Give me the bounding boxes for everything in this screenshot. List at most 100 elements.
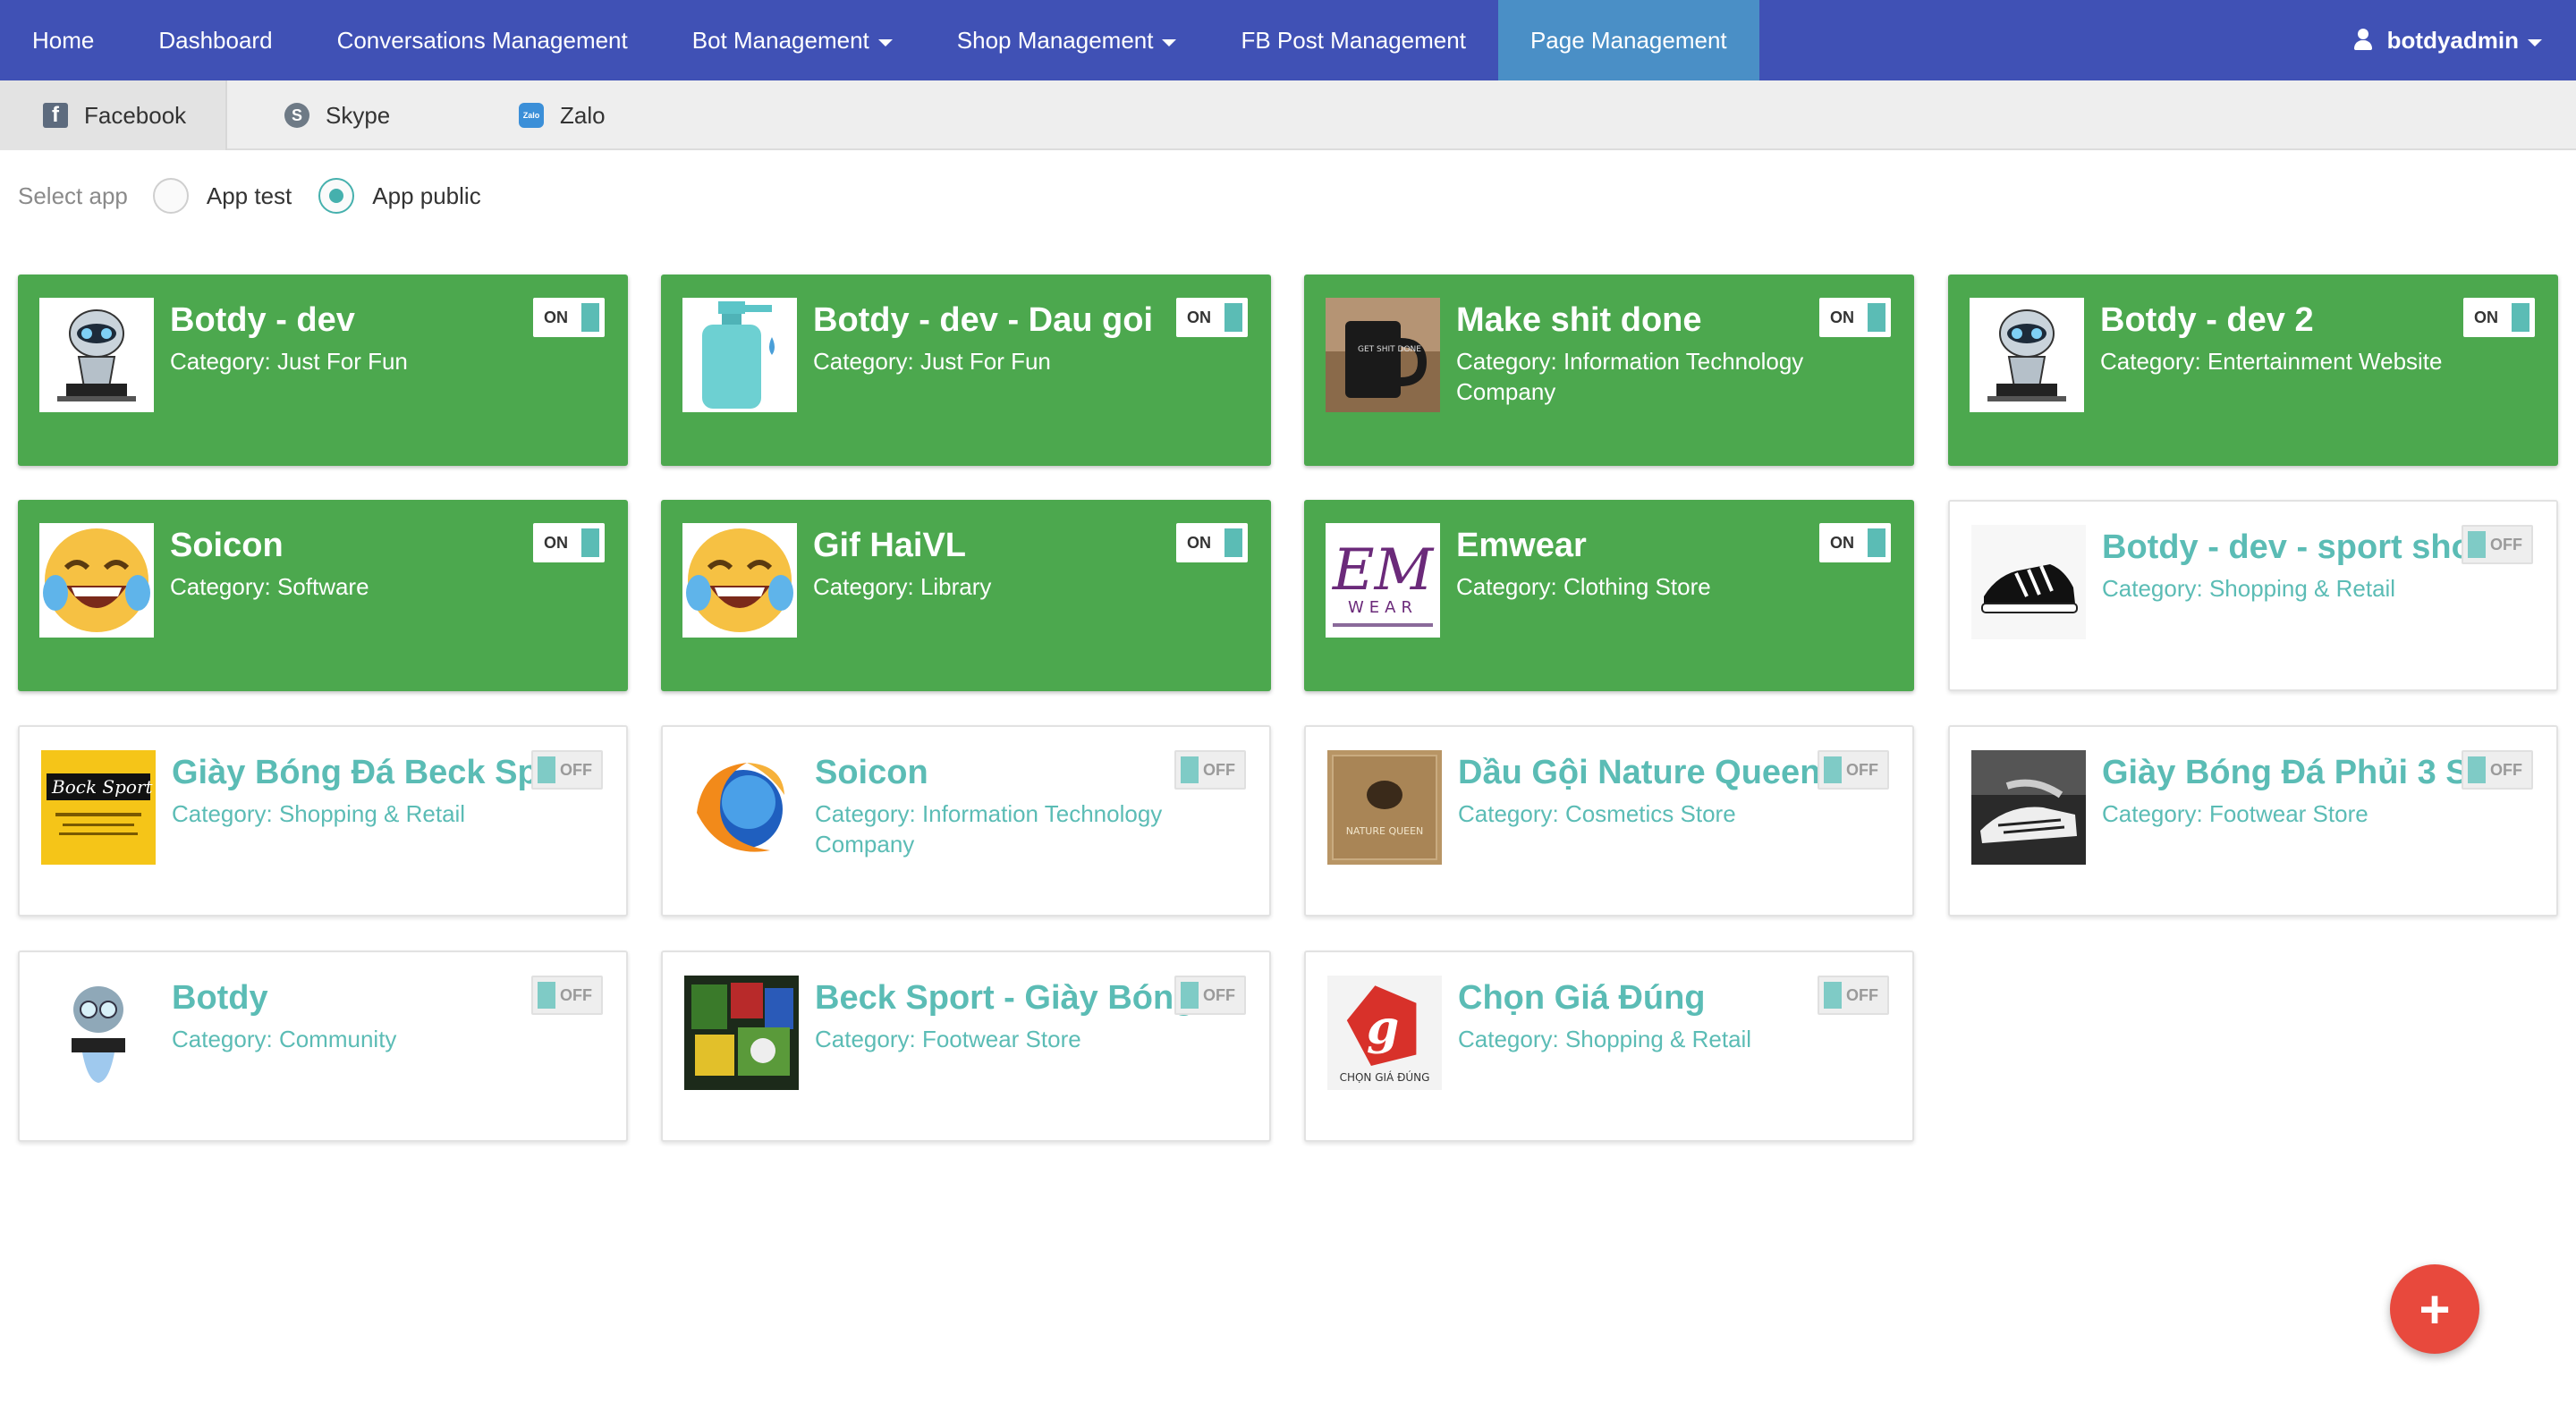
page-status-toggle[interactable]: ON (1819, 523, 1891, 562)
add-page-button[interactable]: + (2390, 1264, 2479, 1354)
page-name: Giày Bóng Đá Beck Spo (172, 754, 547, 791)
page-avatar (1970, 298, 2084, 412)
page-category: Category: Software (170, 573, 369, 600)
page-avatar: NATURE QUEEN (1327, 750, 1442, 865)
page-status-toggle[interactable]: OFF (1818, 750, 1889, 790)
toggle-label: OFF (1203, 985, 1235, 1004)
page-card[interactable]: Soicon Category: Information Technology … (661, 725, 1271, 917)
page-card[interactable]: Botdy - dev 2 Category: Entertainment We… (1948, 275, 2558, 466)
page-card[interactable]: NATURE QUEEN Dầu Gội Nature Queen Catego… (1304, 725, 1914, 917)
nav-fb-post-management[interactable]: FB Post Management (1208, 0, 1497, 80)
page-category: Category: Shopping & Retail (2102, 575, 2396, 602)
page-name: Botdy - dev (170, 301, 355, 339)
page-category: Category: Information Technology Company (815, 800, 1163, 858)
tab-facebook[interactable]: f Facebook (0, 80, 227, 150)
page-status-toggle[interactable]: OFF (1818, 976, 1889, 1015)
svg-text:WEAR: WEAR (1348, 598, 1418, 617)
nav-dashboard-label: Dashboard (158, 26, 273, 54)
page-avatar (682, 298, 797, 412)
tab-facebook-label: Facebook (84, 101, 187, 129)
svg-text:Bock Sport: Bock Sport (51, 776, 154, 798)
page-status-toggle[interactable]: ON (533, 523, 605, 562)
page-avatar: Bock Sport (41, 750, 156, 865)
user-icon (2353, 29, 2373, 52)
page-card[interactable]: Soicon Category: Software ON (18, 500, 628, 691)
page-status-toggle[interactable]: OFF (1174, 750, 1246, 790)
page-status-toggle[interactable]: ON (1176, 523, 1248, 562)
page-card[interactable]: Gif HaiVL Category: Library ON (661, 500, 1271, 691)
svg-text:CHỌN GIÁ ĐÚNG: CHỌN GIÁ ĐÚNG (1340, 1070, 1430, 1084)
page-name: Dầu Gội Nature Queen (1458, 754, 1821, 791)
top-navbar: Home Dashboard Conversations Management … (0, 0, 2576, 80)
page-card[interactable]: Botdy - dev - Dau goi Category: Just For… (661, 275, 1271, 466)
radio-app-test-label[interactable]: App test (207, 182, 292, 210)
page-card[interactable]: GET SHIT DONE Make shit done Category: I… (1304, 275, 1914, 466)
page-name: Beck Sport - Giày Bóng (815, 979, 1191, 1017)
page-name: Emwear (1456, 527, 1587, 564)
radio-app-public-label[interactable]: App public (372, 182, 480, 210)
page-category: Category: Shopping & Retail (1458, 1026, 1752, 1052)
page-avatar (684, 750, 799, 865)
page-status-toggle[interactable]: OFF (531, 976, 603, 1015)
nav-home[interactable]: Home (0, 0, 126, 80)
page-category: Category: Entertainment Website (2100, 348, 2443, 375)
page-card[interactable]: Bock Sport Giày Bóng Đá Beck Spo Categor… (18, 725, 628, 917)
radio-app-test[interactable] (152, 178, 189, 214)
zalo-icon: Zalo (519, 103, 544, 128)
toggle-label: OFF (1846, 760, 1878, 779)
skype-icon: S (284, 103, 309, 128)
page-avatar: g CHỌN GIÁ ĐÚNG (1327, 976, 1442, 1090)
page-card[interactable]: Giày Bóng Đá Phủi 3 Sọ Category: Footwea… (1948, 725, 2558, 917)
toggle-label: ON (1187, 308, 1211, 326)
page-card[interactable]: Botdy Category: Community OFF (18, 951, 628, 1142)
toggle-label: ON (1830, 533, 1854, 552)
plus-icon: + (2419, 1279, 2451, 1339)
nav-dashboard[interactable]: Dashboard (126, 0, 304, 80)
page-status-toggle[interactable]: OFF (2462, 750, 2533, 790)
tab-skype[interactable]: S Skype (284, 80, 390, 150)
toggle-label: OFF (560, 985, 592, 1004)
page-avatar: EM WEAR (1326, 523, 1440, 638)
tab-zalo[interactable]: Zalo Zalo (519, 80, 606, 150)
page-status-toggle[interactable]: OFF (531, 750, 603, 790)
facebook-icon: f (43, 103, 68, 128)
toggle-label: ON (544, 308, 568, 326)
page-card[interactable]: g CHỌN GIÁ ĐÚNG Chọn Giá Đúng Category: S… (1304, 951, 1914, 1142)
page-name: Gif HaiVL (813, 527, 967, 564)
nav-page-management[interactable]: Page Management (1497, 0, 1759, 80)
page-category: Category: Library (813, 573, 992, 600)
page-status-toggle[interactable]: ON (1176, 298, 1248, 337)
user-menu[interactable]: botdyadmin (2326, 0, 2576, 80)
user-name: botdyadmin (2386, 26, 2519, 54)
page-category: Category: Just For Fun (813, 348, 1051, 375)
platform-tabs: f Facebook S Skype Zalo Zalo (0, 80, 2576, 150)
page-status-toggle[interactable]: OFF (1174, 976, 1246, 1015)
nav-conversations-management[interactable]: Conversations Management (305, 0, 660, 80)
page-status-toggle[interactable]: OFF (2462, 525, 2533, 564)
page-status-toggle[interactable]: ON (1819, 298, 1891, 337)
nav-bot-management[interactable]: Bot Management (660, 0, 925, 80)
select-app-row: Select app App test App public (18, 174, 508, 217)
tab-zalo-label: Zalo (560, 101, 606, 129)
page-avatar (39, 298, 154, 412)
page-card[interactable]: Botdy - dev - sport shoe Category: Shopp… (1948, 500, 2558, 691)
nav-shop-management[interactable]: Shop Management (925, 0, 1209, 80)
page-avatar (41, 976, 156, 1090)
page-card[interactable]: EM WEAR Emwear Category: Clothing Store O… (1304, 500, 1914, 691)
page-category: Category: Information Technology Company (1456, 348, 1804, 405)
page-card[interactable]: Botdy - dev Category: Just For Fun ON (18, 275, 628, 466)
radio-app-public[interactable] (318, 178, 355, 214)
svg-text:g: g (1367, 1001, 1399, 1055)
page-category: Category: Community (172, 1026, 397, 1052)
page-name: Giày Bóng Đá Phủi 3 Sọ (2102, 754, 2478, 791)
toggle-label: ON (544, 533, 568, 552)
page-category: Category: Footwear Store (815, 1026, 1081, 1052)
svg-text:NATURE QUEEN: NATURE QUEEN (1346, 825, 1424, 837)
page-name: Soicon (815, 754, 928, 791)
page-status-toggle[interactable]: ON (2463, 298, 2535, 337)
page-status-toggle[interactable]: ON (533, 298, 605, 337)
page-category: Category: Shopping & Retail (172, 800, 466, 827)
page-category: Category: Cosmetics Store (1458, 800, 1736, 827)
toggle-label: ON (1187, 533, 1211, 552)
page-card[interactable]: Beck Sport - Giày Bóng Category: Footwea… (661, 951, 1271, 1142)
